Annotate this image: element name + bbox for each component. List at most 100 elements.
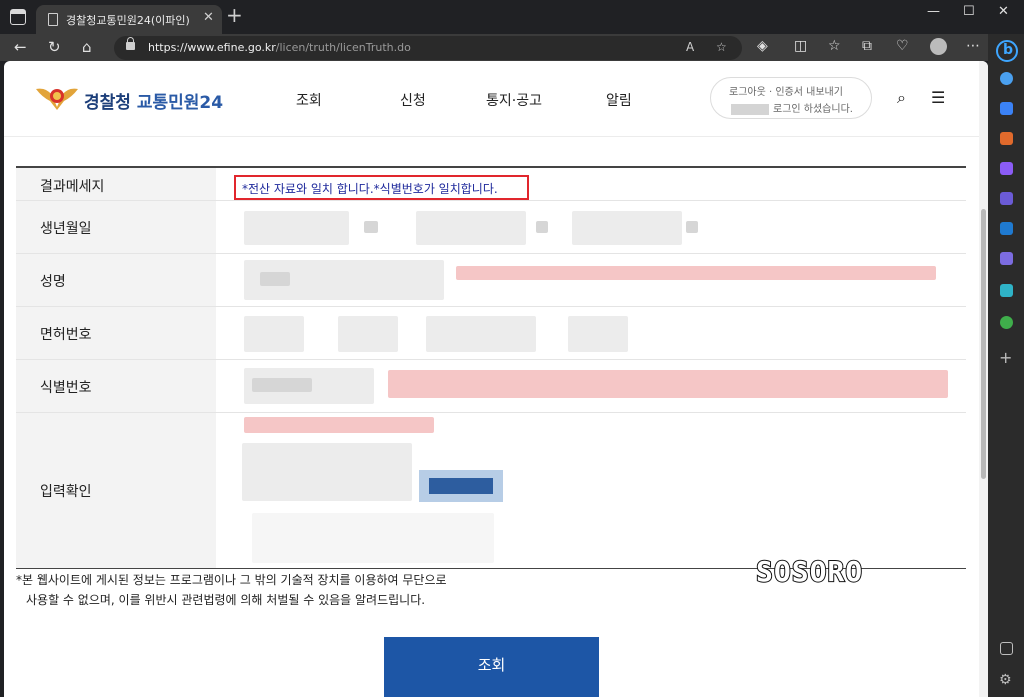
birth-year-field[interactable]: [244, 211, 349, 245]
license-year-field[interactable]: [338, 316, 398, 352]
site-logo-text[interactable]: 경찰청 교통민원24: [84, 88, 223, 113]
masked-value: [536, 221, 548, 233]
address-toolbar: ← ↻ ⌂ https://www.efine.go.kr/licen/trut…: [0, 34, 1024, 61]
home-icon[interactable]: ⌂: [82, 38, 92, 56]
row-license-number: 면허번호: [16, 307, 966, 360]
profile-avatar[interactable]: [930, 38, 947, 55]
label-birthdate: 생년월일: [40, 221, 92, 237]
masked-value: [686, 221, 698, 233]
sidebar-office-icon[interactable]: [1000, 192, 1013, 205]
sidebar-tag-icon[interactable]: [1000, 102, 1013, 115]
favorites-icon[interactable]: ☆: [828, 38, 841, 54]
new-tab-button[interactable]: +: [226, 5, 243, 25]
birth-day-field[interactable]: [572, 211, 682, 245]
row-label-cell: 성명: [16, 254, 216, 306]
watermark-text: SOSORO: [755, 554, 864, 589]
refresh-icon[interactable]: ↻: [48, 38, 61, 56]
captcha-input[interactable]: [252, 513, 494, 563]
tab-actions-icon[interactable]: [10, 9, 26, 25]
row-name: 성명: [16, 254, 966, 307]
maximize-button[interactable]: ☐: [963, 4, 975, 19]
browser-tab[interactable]: 경찰청교통민원24(이파인) ✕: [36, 5, 222, 34]
menu-inquiry[interactable]: 조회: [296, 90, 322, 110]
license-area-field[interactable]: [244, 316, 304, 352]
extensions-icon[interactable]: ◈: [757, 38, 768, 54]
birth-month-field[interactable]: [416, 211, 526, 245]
notice-line-1: *본 웹사이트에 게시된 정보는 프로그램이나 그 밖의 기술적 장치를 이용하…: [16, 573, 447, 587]
copyright-notice: *본 웹사이트에 게시된 정보는 프로그램이나 그 밖의 기술적 장치를 이용하…: [16, 570, 447, 610]
url-host: https://www.efine.go.kr: [148, 41, 276, 54]
tab-title: 경찰청교통민원24(이파인): [66, 14, 190, 27]
copilot-icon[interactable]: [996, 40, 1018, 62]
masked-guide-text: [244, 417, 434, 433]
browser-essentials-icon[interactable]: ♡: [896, 38, 909, 54]
masked-username: [731, 103, 769, 115]
sidebar-games-icon[interactable]: [1000, 162, 1013, 175]
sidebar-outlook-icon[interactable]: [1000, 222, 1013, 235]
sidebar-settings-icon[interactable]: ⚙: [999, 672, 1012, 688]
edge-sidebar: + ⚙: [988, 34, 1024, 697]
row-id-number: 식별번호: [16, 360, 966, 413]
menu-alerts[interactable]: 알림: [606, 90, 632, 110]
site-header: 경찰청 교통민원24 조회 신청 통지·공고 알림 로그아웃 · 인증서 내보내…: [4, 61, 979, 137]
logo-service: 교통민원24: [136, 93, 224, 113]
masked-value: [260, 272, 290, 286]
page-icon: [48, 13, 58, 26]
read-aloud-icon[interactable]: A: [686, 40, 694, 54]
close-window-button[interactable]: ✕: [998, 4, 1009, 19]
license-check-field[interactable]: [568, 316, 628, 352]
url-path: /licen/truth/licenTruth.do: [275, 41, 411, 54]
sidebar-drop-icon[interactable]: [1000, 252, 1013, 265]
hamburger-menu-icon[interactable]: ☰: [931, 88, 945, 107]
sidebar-search-icon[interactable]: [1000, 72, 1013, 85]
row-label-cell: 식별번호: [16, 360, 216, 412]
url-text: https://www.efine.go.kr/licen/truth/lice…: [148, 41, 411, 54]
more-options-icon[interactable]: ⋯: [966, 38, 980, 54]
row-label-cell: 면허번호: [16, 307, 216, 359]
favorite-star-icon[interactable]: ☆: [716, 40, 727, 54]
sidebar-add-icon[interactable]: +: [999, 348, 1012, 367]
masked-button-label: [429, 478, 493, 494]
collections-icon[interactable]: ⧉: [862, 38, 872, 54]
label-id-number: 식별번호: [40, 380, 92, 396]
masked-guide-text: [456, 266, 936, 280]
web-page: 경찰청 교통민원24 조회 신청 통지·공고 알림 로그아웃 · 인증서 내보내…: [4, 61, 988, 697]
row-label-cell: 입력확인: [16, 413, 216, 568]
sidebar-layout-icon[interactable]: [1000, 642, 1013, 655]
police-emblem-logo[interactable]: [34, 83, 80, 111]
lock-icon[interactable]: [126, 37, 135, 50]
label-result-message: 결과메세지: [40, 179, 105, 195]
license-serial-field[interactable]: [426, 316, 536, 352]
label-license-number: 면허번호: [40, 327, 92, 343]
scrollbar-thumb[interactable]: [981, 209, 986, 479]
sidebar-tools-icon[interactable]: [1000, 132, 1013, 145]
sidebar-telegram-icon[interactable]: [1000, 284, 1013, 297]
result-message-text: *전산 자료와 일치 합니다.*식별번호가 일치합니다.: [242, 182, 498, 196]
label-name: 성명: [40, 274, 66, 290]
menu-application[interactable]: 신청: [400, 90, 426, 110]
masked-value: [252, 378, 312, 392]
row-birthdate: 생년월일: [16, 201, 966, 254]
logout-certificate-links[interactable]: 로그아웃 · 인증서 내보내기: [729, 83, 843, 98]
login-status-line: 로그인 하셨습니다.: [731, 100, 853, 115]
login-status-box: 로그아웃 · 인증서 내보내기 로그인 하셨습니다.: [710, 77, 872, 119]
label-input-confirm: 입력확인: [40, 484, 92, 500]
back-icon[interactable]: ←: [14, 38, 27, 56]
logo-org: 경찰청: [84, 93, 131, 113]
captcha-refresh-button[interactable]: [419, 470, 503, 502]
search-button[interactable]: 조회: [384, 637, 599, 697]
browser-tab-bar: 경찰청교통민원24(이파인) ✕ + — ☐ ✕: [0, 0, 1024, 34]
address-bar[interactable]: https://www.efine.go.kr/licen/truth/lice…: [114, 36, 742, 60]
menu-notice[interactable]: 통지·공고: [486, 90, 542, 110]
page-scrollbar[interactable]: [979, 61, 988, 697]
result-message-highlight: *전산 자료와 일치 합니다.*식별번호가 일치합니다.: [234, 175, 529, 200]
masked-guide-text: [388, 370, 948, 398]
row-label-cell: 생년월일: [16, 201, 216, 253]
search-icon[interactable]: ⌕: [897, 88, 906, 108]
minimize-button[interactable]: —: [927, 4, 940, 19]
split-screen-icon[interactable]: ◫: [794, 38, 807, 54]
sidebar-tree-icon[interactable]: [1000, 316, 1013, 329]
captcha-image: [242, 443, 412, 501]
notice-line-2: 사용할 수 없으며, 이를 위반시 관련법령에 의해 처벌될 수 있음을 알려드…: [26, 593, 426, 607]
tab-close-icon[interactable]: ✕: [203, 10, 214, 25]
